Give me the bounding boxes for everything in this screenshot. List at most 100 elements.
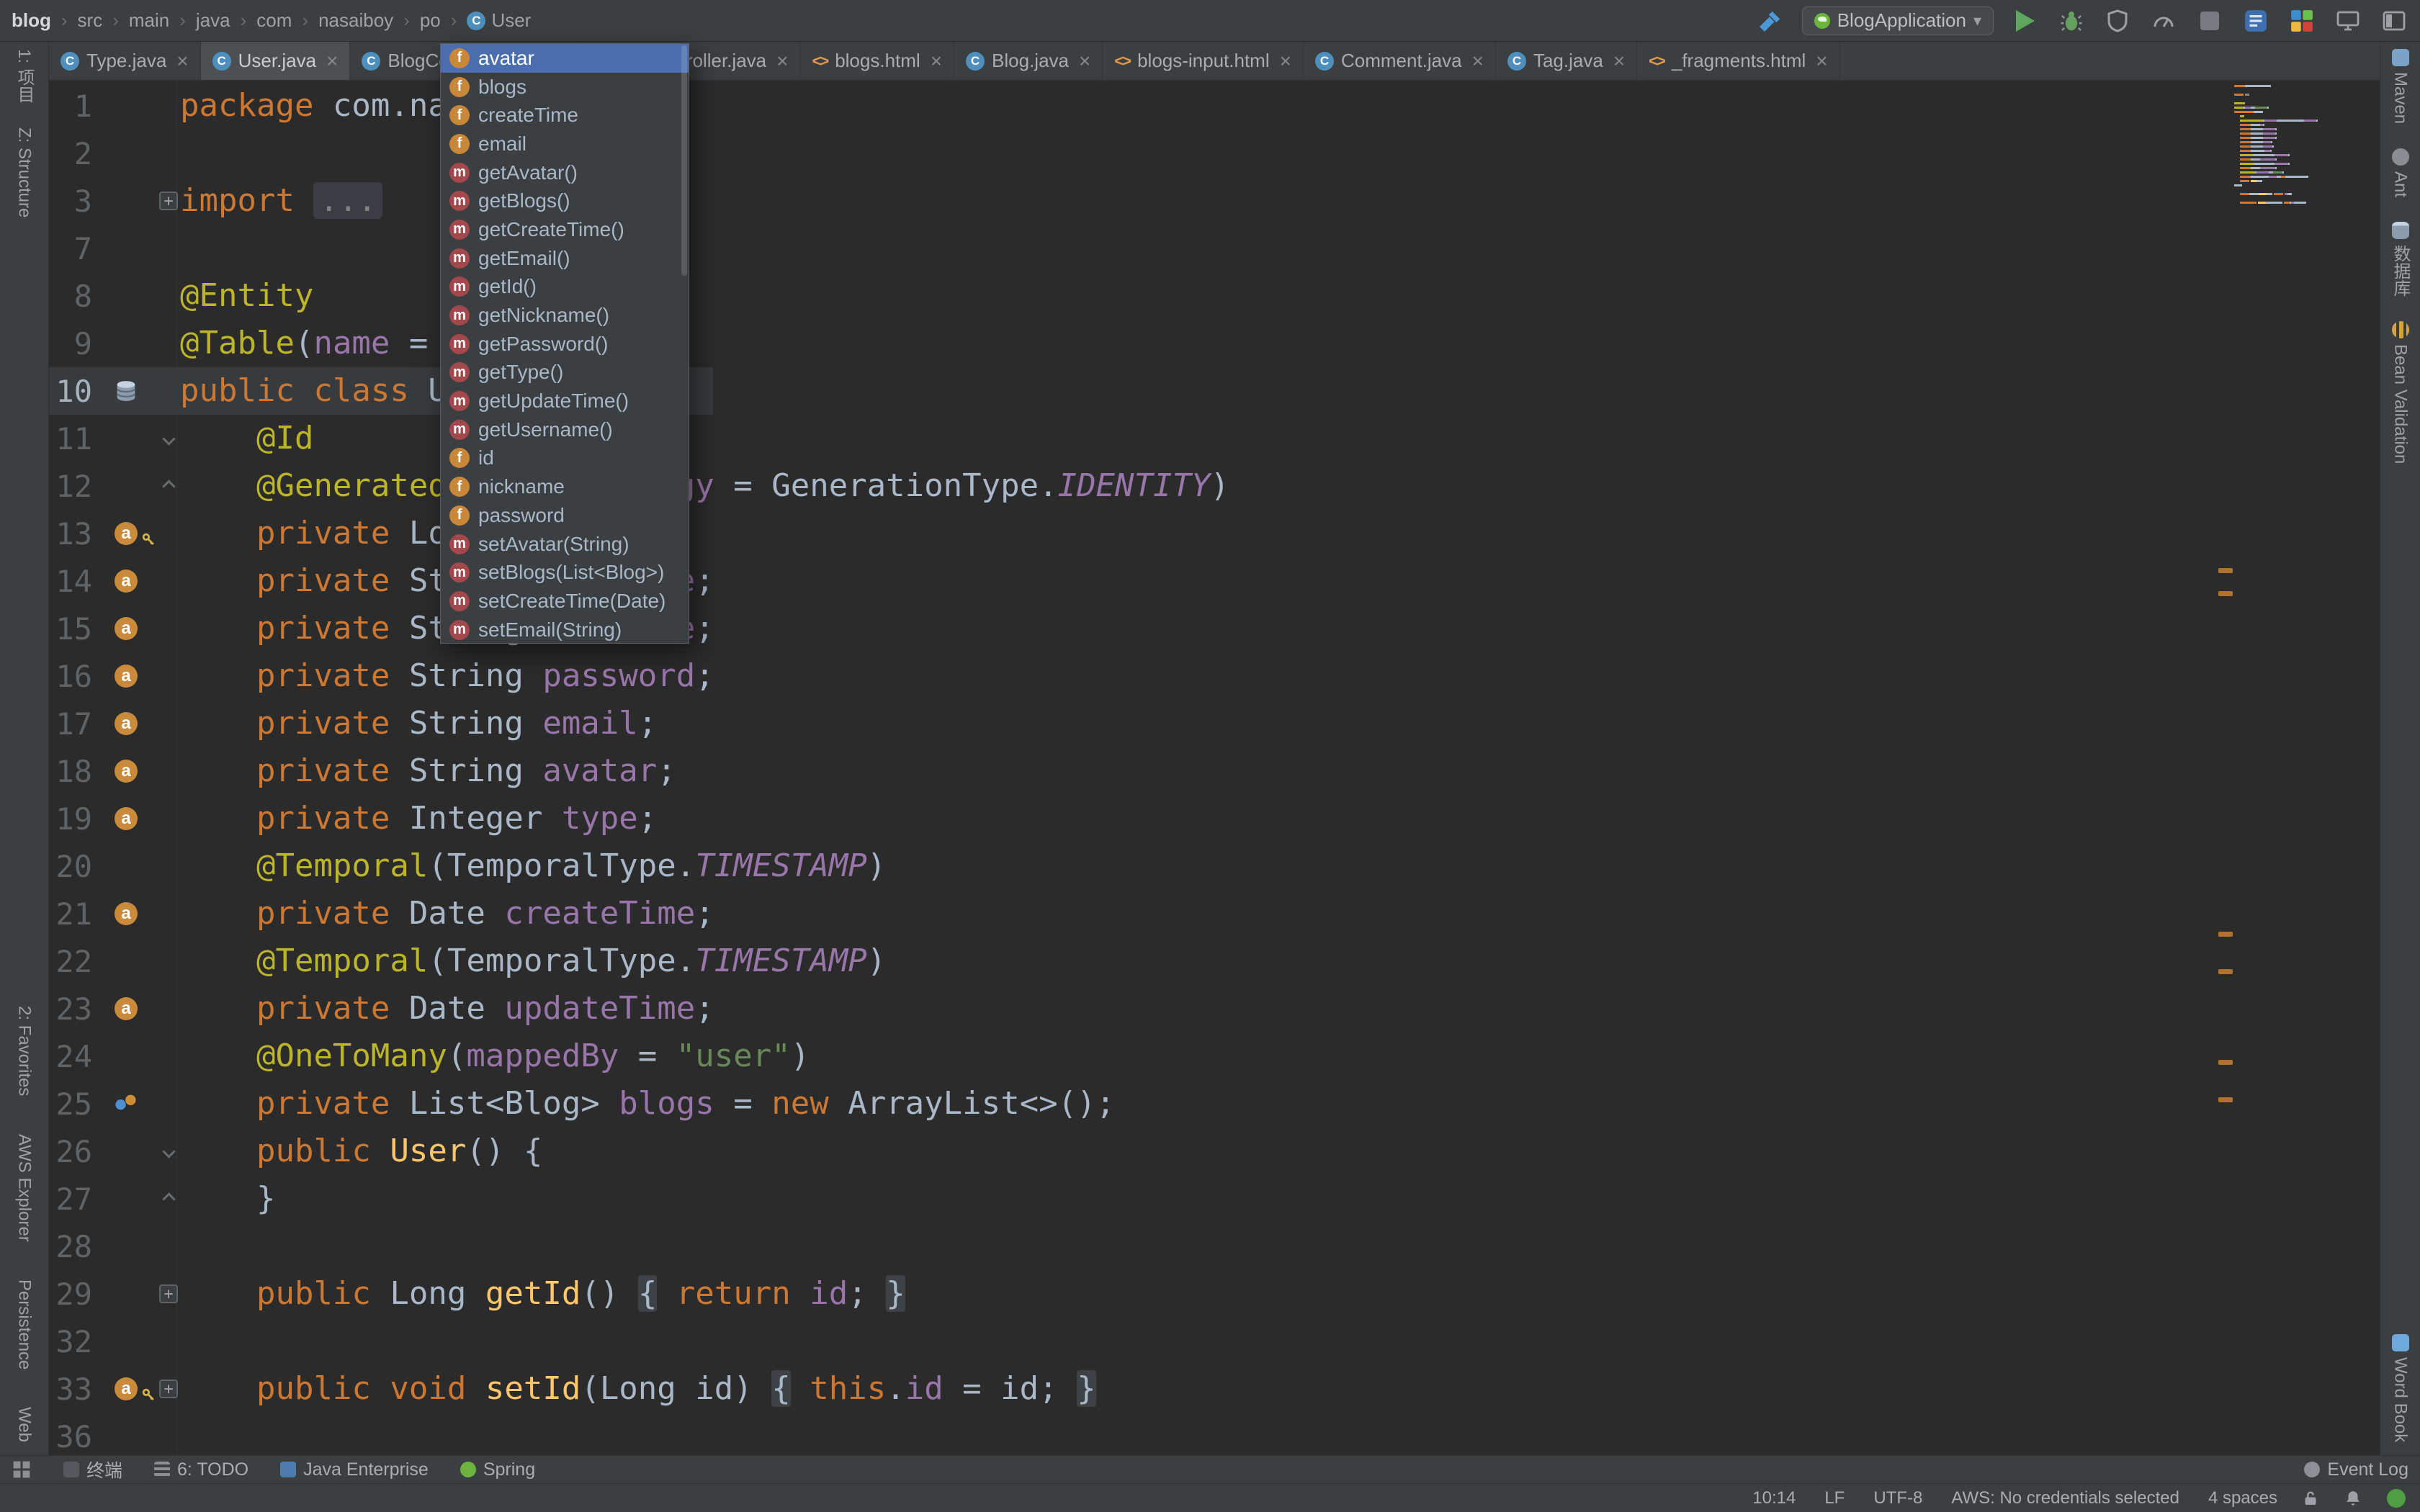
tab-Type.java[interactable]: CType.java×: [49, 42, 201, 80]
line-number[interactable]: 1: [49, 89, 95, 124]
tab-_fragments.html[interactable]: <>_fragments.html×: [1637, 42, 1839, 80]
breadcrumb-item[interactable]: main: [129, 9, 169, 32]
tab-close-icon[interactable]: ×: [1816, 50, 1827, 73]
code-line[interactable]: 27 }: [49, 1175, 2380, 1223]
tab-close-icon[interactable]: ×: [931, 50, 942, 73]
code-line[interactable]: 32: [49, 1318, 2380, 1365]
code-line[interactable]: 15a private String username;: [49, 605, 2380, 652]
completion-item[interactable]: fpassword: [441, 501, 689, 530]
completion-item[interactable]: mgetPassword(): [441, 330, 689, 359]
code-line[interactable]: 33a+ public void setId(Long id) { this.i…: [49, 1365, 2380, 1413]
line-number[interactable]: 23: [49, 991, 95, 1027]
tab-close-icon[interactable]: ×: [776, 50, 788, 73]
aws-toolkit-icon[interactable]: [2287, 6, 2316, 35]
line-number[interactable]: 32: [49, 1324, 95, 1359]
tool-window-button-Persistence[interactable]: Persistence: [14, 1279, 35, 1369]
code-line[interactable]: 3+import ...: [49, 177, 2380, 225]
fold-expand-icon[interactable]: +: [159, 1284, 178, 1303]
completion-item[interactable]: mgetUpdateTime(): [441, 387, 689, 415]
status-aws-credentials[interactable]: AWS: No credentials selected: [1951, 1488, 2179, 1508]
line-number[interactable]: 24: [49, 1039, 95, 1074]
tab-close-icon[interactable]: ×: [1079, 50, 1090, 73]
code-line[interactable]: 11 @Id: [49, 415, 2380, 462]
stop-button[interactable]: [2195, 6, 2224, 35]
tool-window-button-Ant[interactable]: Ant: [2390, 148, 2411, 197]
line-number[interactable]: 25: [49, 1086, 95, 1122]
line-number[interactable]: 26: [49, 1134, 95, 1169]
tool-window-switcher-icon[interactable]: [12, 1459, 32, 1480]
unlock-icon[interactable]: [2302, 1489, 2319, 1508]
line-number[interactable]: 22: [49, 944, 95, 979]
tab-Comment.java[interactable]: CComment.java×: [1304, 42, 1496, 80]
run-button[interactable]: [2011, 6, 2040, 35]
code-line[interactable]: 26 public User() {: [49, 1128, 2380, 1175]
tool-bar-item-todo[interactable]: 6: TODO: [154, 1459, 248, 1480]
tool-window-button-Web[interactable]: Web: [14, 1407, 35, 1442]
tool-bar-item-event-log[interactable]: Event Log: [2304, 1459, 2408, 1480]
tab-Blog.java[interactable]: CBlog.java×: [954, 42, 1103, 80]
run-config-selector[interactable]: BlogApplication ▾: [1802, 6, 1994, 35]
popup-scrollbar[interactable]: [681, 45, 687, 276]
completion-item[interactable]: fblogs: [441, 73, 689, 102]
line-number[interactable]: 16: [49, 659, 95, 694]
line-number[interactable]: 10: [49, 374, 95, 409]
tab-close-icon[interactable]: ×: [1613, 50, 1625, 73]
profiler-button[interactable]: [2149, 6, 2178, 35]
code-line[interactable]: 7: [49, 225, 2380, 272]
code-line[interactable]: 28: [49, 1223, 2380, 1270]
status-line-ending[interactable]: LF: [1824, 1488, 1845, 1508]
code-line[interactable]: 12 @GeneratedValue(strategy = Generation…: [49, 462, 2380, 510]
fold-close-icon[interactable]: [162, 480, 175, 492]
tool-window-button-Word Book[interactable]: Word Book: [2390, 1334, 2411, 1442]
line-number[interactable]: 20: [49, 849, 95, 884]
line-number[interactable]: 3: [49, 184, 95, 219]
line-number[interactable]: 21: [49, 896, 95, 932]
line-number[interactable]: 27: [49, 1182, 95, 1217]
fold-open-icon[interactable]: [162, 1145, 175, 1158]
line-number[interactable]: 7: [49, 231, 95, 266]
plugin-status-icon[interactable]: [2387, 1489, 2406, 1508]
completion-item[interactable]: mgetBlogs(): [441, 186, 689, 215]
code-line[interactable]: 18a private String avatar;: [49, 747, 2380, 795]
completion-item[interactable]: mgetUsername(): [441, 415, 689, 444]
code-line[interactable]: 24 @OneToMany(mappedBy = "user"): [49, 1032, 2380, 1080]
code-line[interactable]: 10public class User {: [49, 367, 2380, 415]
breadcrumb-item[interactable]: nasaiboy: [318, 9, 393, 32]
status-caret-position[interactable]: 10:14: [1752, 1488, 1796, 1508]
breadcrumb-item[interactable]: java: [196, 9, 230, 32]
notification-bell-icon[interactable]: [2344, 1489, 2362, 1508]
code-line[interactable]: 17a private String email;: [49, 700, 2380, 747]
breadcrumb-item[interactable]: com: [256, 9, 292, 32]
code-line[interactable]: 23a private Date updateTime;: [49, 985, 2380, 1032]
line-number[interactable]: 18: [49, 754, 95, 789]
window-layout-icon[interactable]: [2380, 6, 2408, 35]
minimap[interactable]: [2234, 85, 2380, 210]
code-line[interactable]: 1package com.nasaiboy.po;: [49, 82, 2380, 130]
fold-open-icon[interactable]: [162, 432, 175, 445]
line-number[interactable]: 29: [49, 1277, 95, 1312]
code-line[interactable]: 36: [49, 1413, 2380, 1455]
code-line[interactable]: 20 @Temporal(TemporalType.TIMESTAMP): [49, 842, 2380, 890]
line-number[interactable]: 9: [49, 326, 95, 361]
completion-item[interactable]: femail: [441, 130, 689, 158]
tool-window-button-数据库[interactable]: 数据库: [2388, 222, 2413, 297]
tab-close-icon[interactable]: ×: [1472, 50, 1484, 73]
tool-window-button-2: Favorites[interactable]: 2: Favorites: [14, 1006, 35, 1096]
fold-close-icon[interactable]: [162, 1192, 175, 1205]
line-number[interactable]: 2: [49, 136, 95, 171]
tool-bar-item-spring[interactable]: Spring: [460, 1459, 535, 1480]
code-line[interactable]: 16a private String password;: [49, 652, 2380, 700]
completion-item[interactable]: msetBlogs(List<Blog>): [441, 558, 689, 587]
completion-item[interactable]: fid: [441, 444, 689, 473]
code-line[interactable]: 2: [49, 130, 2380, 177]
code-line[interactable]: 14a private String nickname;: [49, 557, 2380, 605]
coverage-button[interactable]: [2103, 6, 2132, 35]
line-number[interactable]: 17: [49, 706, 95, 742]
tool-window-button-Maven[interactable]: Maven: [2390, 49, 2411, 124]
code-line[interactable]: 13a private Long id;: [49, 510, 2380, 557]
line-number[interactable]: 33: [49, 1372, 95, 1407]
tool-window-button-Z: Structure[interactable]: Z: Structure: [14, 127, 35, 217]
tab-blogs-input.html[interactable]: <>blogs-input.html×: [1103, 42, 1304, 80]
tab-Tag.java[interactable]: CTag.java×: [1496, 42, 1637, 80]
completion-item[interactable]: mgetAvatar(): [441, 158, 689, 187]
